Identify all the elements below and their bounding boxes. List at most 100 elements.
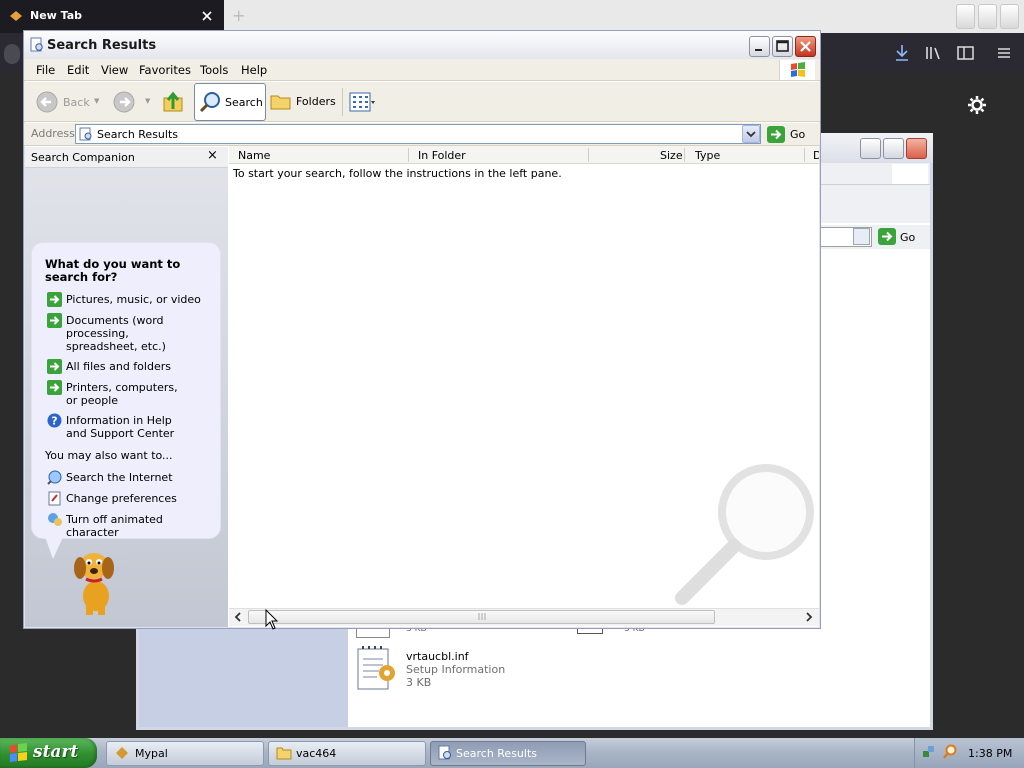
new-tab-button[interactable]: + <box>232 6 245 25</box>
help-icon[interactable]: ? <box>47 413 62 428</box>
column-separator[interactable] <box>684 148 685 162</box>
column-in-folder[interactable]: In Folder <box>418 149 466 162</box>
forward-dropdown-icon[interactable]: ▼ <box>145 97 150 105</box>
column-date[interactable]: D <box>813 149 819 162</box>
close-icon[interactable] <box>200 9 214 23</box>
browser-restore-button[interactable] <box>978 4 997 29</box>
clock: 1:38 PM <box>968 747 1013 760</box>
search-internet-link[interactable]: Search the Internet <box>66 471 211 484</box>
green-arrow-icon[interactable] <box>47 380 62 395</box>
turn-off-character-link[interactable]: Turn off animated character <box>66 513 211 539</box>
search-option-all-files[interactable]: All files and folders <box>66 360 211 373</box>
menu-icon[interactable] <box>996 45 1012 61</box>
minimize-button[interactable] <box>749 36 770 57</box>
change-preferences-link[interactable]: Change preferences <box>66 492 211 505</box>
browser-close-button[interactable] <box>1000 4 1019 29</box>
search-option-printers[interactable]: Printers, computers, or people <box>66 381 186 407</box>
green-arrow-icon[interactable] <box>47 313 62 328</box>
close-button[interactable] <box>795 36 816 57</box>
background-go-label[interactable]: Go <box>900 231 915 244</box>
folders-button[interactable]: Folders <box>296 95 336 108</box>
folder-icon <box>276 747 292 760</box>
search-button-label: Search <box>225 96 263 109</box>
magnifier-watermark-icon <box>675 464 814 605</box>
sidebar-icon[interactable] <box>957 45 975 61</box>
gear-icon[interactable] <box>966 94 988 116</box>
search-companion-title: Search Companion <box>31 151 135 164</box>
menu-tools[interactable]: Tools <box>200 63 228 77</box>
search-companion-close-button[interactable]: × <box>207 148 221 163</box>
back-dropdown-icon[interactable]: ▼ <box>94 97 99 105</box>
browser-tab-icon <box>10 11 22 21</box>
search-option-help[interactable]: Information in Help and Support Center <box>66 414 191 440</box>
column-separator[interactable] <box>804 148 805 162</box>
start-label[interactable]: start <box>33 742 78 762</box>
setup-file-icon[interactable] <box>355 645 399 693</box>
background-left-pane <box>139 628 348 727</box>
file-type: Setup Information <box>406 663 506 676</box>
search-results-icon <box>79 127 92 141</box>
address-dropdown-button[interactable] <box>742 125 760 143</box>
go-button[interactable]: Go <box>790 128 805 141</box>
file-name[interactable]: vrtaucbl.inf <box>406 650 469 663</box>
results-list-header <box>229 146 819 164</box>
also-want-label: You may also want to... <box>45 449 173 462</box>
go-arrow-icon[interactable] <box>878 228 896 245</box>
column-type[interactable]: Type <box>695 149 720 162</box>
background-maximize-button[interactable] <box>883 138 904 159</box>
back-arrow-icon[interactable] <box>36 91 58 113</box>
scroll-left-icon[interactable] <box>230 609 246 625</box>
mypal-icon <box>116 747 128 759</box>
background-minimize-button[interactable] <box>860 138 881 159</box>
search-icon[interactable] <box>942 744 958 760</box>
green-arrow-icon[interactable] <box>47 359 62 374</box>
animated-character-icon[interactable] <box>47 512 62 527</box>
scroll-right-icon[interactable] <box>801 609 817 625</box>
go-arrow-icon[interactable] <box>767 126 785 143</box>
mouse-cursor-icon <box>265 609 279 630</box>
column-separator[interactable] <box>408 148 409 162</box>
menu-view[interactable]: View <box>101 63 128 77</box>
search-option-pictures[interactable]: Pictures, music, or video <box>66 293 211 306</box>
search-question: What do you want to search for? <box>45 257 181 284</box>
menu-favorites[interactable]: Favorites <box>139 63 191 77</box>
views-icon[interactable] <box>349 92 375 112</box>
globe-search-icon[interactable] <box>47 470 62 485</box>
background-toolbar <box>820 185 930 223</box>
address-label: Address <box>31 127 75 140</box>
svg-text:?: ? <box>51 415 57 428</box>
background-windows-logo <box>892 164 928 184</box>
windows-flag-icon <box>791 62 805 77</box>
browser-back-button[interactable] <box>4 44 20 64</box>
address-value[interactable]: Search Results <box>97 128 178 141</box>
minimize-icon <box>755 49 762 51</box>
column-separator[interactable] <box>588 148 589 162</box>
menu-file[interactable]: File <box>36 63 55 77</box>
forward-arrow-icon[interactable] <box>113 91 135 113</box>
preferences-icon[interactable] <box>47 491 62 506</box>
chevron-down-icon <box>746 131 756 138</box>
library-icon[interactable] <box>925 45 943 61</box>
browser-tab-title: New Tab <box>30 9 83 22</box>
column-size[interactable]: Size <box>660 149 683 162</box>
toolbar-separator <box>342 88 343 116</box>
download-icon[interactable] <box>894 44 910 62</box>
back-button[interactable]: Back <box>63 96 90 109</box>
background-close-button[interactable] <box>906 138 927 159</box>
folder-icon[interactable] <box>270 92 292 110</box>
background-address-dropdown[interactable] <box>853 228 870 245</box>
search-results-icon <box>438 745 451 760</box>
dog-character-icon[interactable] <box>66 546 122 616</box>
green-arrow-icon[interactable] <box>47 292 62 307</box>
browser-minimize-button[interactable] <box>956 4 975 29</box>
maximize-icon <box>776 40 789 52</box>
column-name[interactable]: Name <box>238 149 270 162</box>
taskbar-label-mypal: Mypal <box>135 747 168 760</box>
network-icon[interactable] <box>922 745 936 759</box>
menu-edit[interactable]: Edit <box>67 63 89 77</box>
up-folder-icon[interactable] <box>161 89 185 114</box>
search-option-documents[interactable]: Documents (word processing, spreadsheet,… <box>66 314 196 353</box>
close-icon <box>800 41 811 52</box>
maximize-button[interactable] <box>772 36 793 57</box>
menu-help[interactable]: Help <box>241 63 267 77</box>
